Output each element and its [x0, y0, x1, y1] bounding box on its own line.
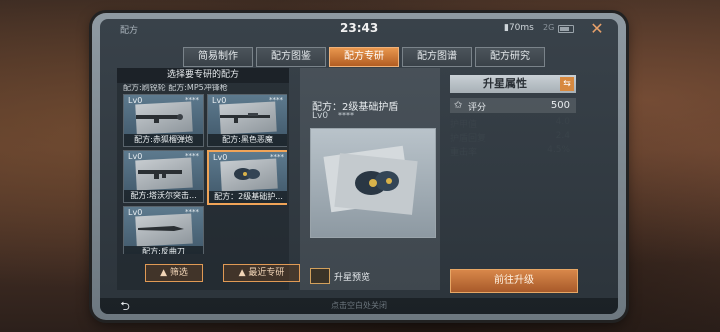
shield-blueprint-icon [323, 145, 418, 215]
tab-recipe-atlas[interactable]: 配方图谱 [402, 47, 472, 67]
network-label: 2G [543, 23, 555, 32]
filter-label: 筛选 [169, 268, 188, 278]
bottom-bar: ⮌ 点击空白处关闭 [100, 298, 618, 314]
score-label: 评分 [468, 103, 487, 113]
battery-icon [558, 25, 574, 33]
attributes-title: 升星属性 [483, 77, 527, 90]
stat-row: 重击率 4.5% [450, 145, 576, 158]
tab-simple-craft[interactable]: 简易制作 [183, 47, 253, 67]
status-bar: 配方 23:43 ▮70ms 2G ✕ [100, 19, 618, 39]
recipe-card[interactable]: Lv0 **** 配方:黑色恶魔 [207, 94, 287, 147]
recipe-level: Lv0 [312, 111, 329, 121]
tab-recipe-codex[interactable]: 配方图鉴 [256, 47, 326, 67]
card-name: 配方:反曲刀 [124, 246, 203, 254]
stat-row: 护盾回复 2.4 [450, 131, 576, 144]
stat-label: 护盾回复 [450, 134, 487, 144]
shield-icon [234, 168, 260, 180]
partial-row-labels: 配方:刷锐轮 配方:MP5冲锋枪 [123, 84, 228, 92]
stat-label: 护甲值 [450, 120, 478, 130]
filter-button[interactable]: ▲ 筛选 [145, 264, 203, 282]
eye-icon[interactable] [310, 268, 330, 284]
close-button[interactable]: ✕ [588, 20, 606, 38]
recipe-list-header: 选择要专研的配方 [117, 68, 289, 83]
card-name: 配方:赤狐榴弹炮 [124, 134, 203, 146]
star-icon: ✩ [454, 100, 463, 111]
recipe-card[interactable]: Lv0 **** 配方:反曲刀 [123, 206, 204, 254]
recipe-image-frame [310, 128, 436, 238]
star-preview-label[interactable]: 升星预览 [334, 270, 370, 283]
grenade-launcher-icon [136, 114, 183, 123]
card-name: 配方:塔沃尔突击... [124, 190, 203, 202]
close-hint: 点击空白处关闭 [331, 301, 387, 310]
recipe-card[interactable]: Lv0 **** 配方:赤狐榴弹炮 [123, 94, 204, 147]
rifle-icon [220, 113, 270, 123]
recipe-card[interactable]: Lv0 **** 配方:塔沃尔突击... [123, 150, 204, 203]
recent-study-button[interactable]: ▲ 最近专研 [223, 264, 300, 282]
left-button-row: ▲ 筛选 ▲ 最近专研 [145, 264, 300, 282]
card-name: 配方:黑色恶魔 [208, 134, 287, 146]
attributes-header: 升星属性 ⇆ [450, 75, 576, 93]
recipe-list-panel: 选择要专研的配方 配方:刷锐轮 配方:MP5冲锋枪 Lv0 **** 配方:赤狐… [117, 68, 300, 290]
swap-icon[interactable]: ⇆ [560, 77, 574, 91]
stat-value: 4.5% [547, 145, 570, 155]
recent-study-label: 最近专研 [248, 268, 285, 278]
tab-recipe-study[interactable]: 配方专研 [329, 47, 399, 67]
assault-rifle-icon [138, 170, 182, 179]
recipe-card-selected[interactable]: Lv0 **** 配方：2级基础护... [207, 150, 287, 205]
tab-bar: 简易制作 配方图鉴 配方专研 配方图谱 配方研究 [183, 47, 545, 67]
ping-indicator: ▮70ms [504, 23, 534, 33]
attributes-panel: 升星属性 ⇆ ✩ 评分 500 护甲值 4.0 护盾回复 2.4 重击率 4.5… [450, 68, 582, 293]
stat-value: 2.4 [555, 131, 570, 141]
stat-row: 护甲值 4.0 [450, 117, 576, 130]
machete-icon [138, 226, 184, 231]
clock-time: 23:43 [340, 21, 379, 35]
ping-value: 70ms [508, 23, 534, 33]
window-title: 配方 [120, 26, 139, 36]
recipe-grid[interactable]: 配方:刷锐轮 配方:MP5冲锋枪 Lv0 **** 配方:赤狐榴弹炮 Lv0 *… [121, 84, 287, 254]
stat-label: 重击率 [450, 148, 478, 158]
device-frame: 配方 23:43 ▮70ms 2G ✕ 简易制作 配方图鉴 配方专研 配方图谱 … [92, 13, 626, 320]
stat-value: 4.0 [555, 117, 570, 127]
tab-recipe-research[interactable]: 配方研究 [475, 47, 545, 67]
recipe-window: 配方 23:43 ▮70ms 2G ✕ 简易制作 配方图鉴 配方专研 配方图谱 … [100, 19, 618, 314]
go-upgrade-button[interactable]: 前往升级 [450, 269, 578, 293]
recipe-stars: **** [338, 111, 354, 120]
score-row: ✩ 评分 500 [450, 98, 576, 113]
recipe-detail-panel: 配方：2级基础护盾 Lv0 **** 升星预览 [300, 68, 440, 290]
card-name: 配方：2级基础护... [209, 191, 287, 203]
score-value: 500 [550, 100, 570, 111]
